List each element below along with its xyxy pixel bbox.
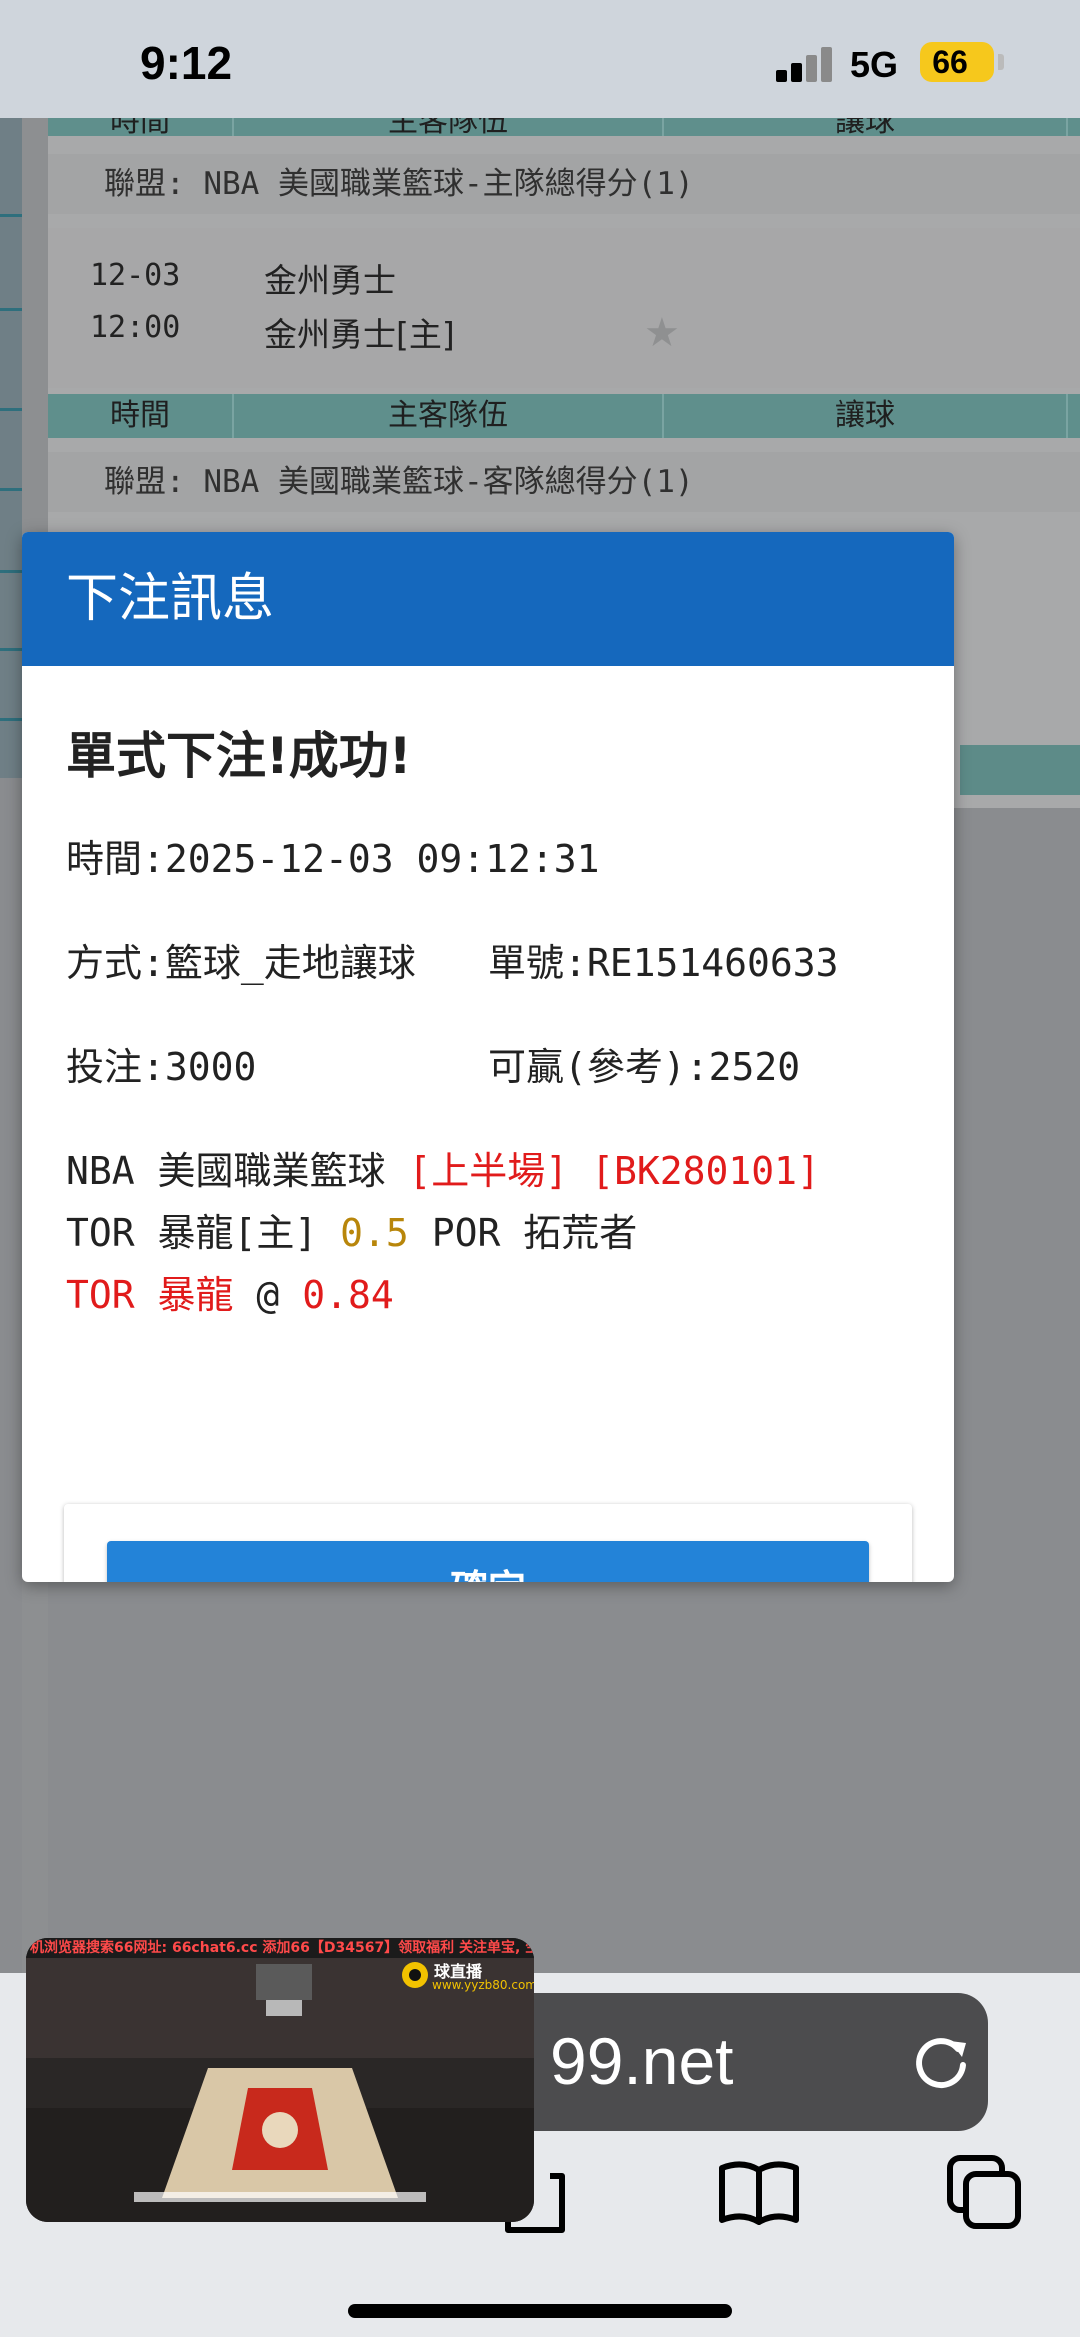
period-label: [上半場] [408, 1149, 569, 1193]
cellular-signal-icon [776, 46, 834, 82]
url-text: 99.net [550, 2024, 734, 2098]
bet-league-line: NBA 美國職業籃球 [上半場] [BK280101] [66, 1140, 820, 1195]
bet-time: 時間:2025-12-03 09:12:31 [66, 837, 600, 881]
bet-pick-line: TOR 暴龍 @ 0.84 [66, 1264, 394, 1319]
picture-in-picture-video[interactable]: 机浏览器搜索66网址: 66chat6.cc 添加66【D34567】领取福利 … [26, 1938, 534, 2222]
odds-value: 0.84 [302, 1273, 394, 1317]
handicap-value: 0.5 [340, 1211, 409, 1255]
left-sidebar-strip [0, 118, 22, 778]
stake-amount: 投注:3000 [66, 1045, 257, 1089]
at-symbol: @ [256, 1273, 280, 1317]
picked-team: TOR 暴龍 [66, 1273, 234, 1317]
match-team: 金州勇士 [264, 261, 396, 300]
league-name: NBA 美國職業籃球 [66, 1149, 386, 1193]
league-row: 聯盟: NBA 美國職業籃球-主隊總得分(1) [48, 154, 1080, 214]
home-indicator [348, 2304, 732, 2318]
header-teams: 主客隊伍 [234, 118, 664, 136]
table-header: 時間 主客隊伍 讓球 [48, 394, 1080, 438]
match-date: 12-03 [90, 258, 181, 293]
match-team-home: 金州勇士[主] [264, 315, 455, 354]
clock: 9:12 [140, 37, 233, 89]
bet-teams-line: TOR 暴龍[主] 0.5 POR 拓荒者 [66, 1202, 637, 1257]
confirm-button[interactable]: 確定 [107, 1541, 869, 1582]
battery-level: 66 [932, 44, 968, 80]
header-handicap: 讓球 [664, 394, 1068, 438]
table-header-top: 時間 主客隊伍 讓球 [48, 118, 1080, 136]
dialog-header: 下注訊息 [22, 532, 954, 666]
potential-win: 可贏(參考):2520 [488, 1045, 801, 1089]
bookmarks-icon[interactable] [714, 2150, 804, 2240]
star-icon[interactable]: ★ [644, 310, 680, 356]
bet-method: 方式:籃球_走地讓球 [66, 941, 416, 985]
stream-logo-icon [402, 1962, 428, 1988]
header-time: 時間 [48, 118, 234, 136]
header-time: 時間 [48, 394, 234, 438]
success-message: 單式下注!成功! [66, 727, 412, 785]
battery-icon: 66 [920, 42, 1004, 82]
home-team: TOR 暴龍[主] [66, 1211, 318, 1255]
table-header-fragment [960, 745, 1080, 795]
stream-logo-url: www.yyzb80.com [432, 1978, 534, 1992]
match-time: 12:00 [90, 310, 181, 345]
event-code: [BK280101] [591, 1149, 820, 1193]
tabs-icon[interactable] [940, 2150, 1030, 2240]
status-bar: 9:12 5G 66 [0, 0, 1080, 118]
stream-logo: 球直播 www.yyzb80.com [398, 1956, 534, 1996]
reload-icon[interactable] [906, 2027, 976, 2097]
header-teams: 主客隊伍 [234, 394, 664, 438]
header-handicap: 讓球 [664, 118, 1068, 136]
bet-info-dialog: 下注訊息 單式下注!成功! 時間:2025-12-03 09:12:31 方式:… [22, 532, 954, 1582]
network-type: 5G [850, 44, 899, 85]
league-row: 聯盟: NBA 美國職業籃球-客隊總得分(1) [48, 452, 1080, 512]
dialog-title: 下注訊息 [66, 569, 275, 629]
confirm-card: 確定 [64, 1504, 912, 1582]
ticket-number: 單號:RE151460633 [488, 941, 839, 985]
video-ticker: 机浏览器搜索66网址: 66chat6.cc 添加66【D34567】领取福利 … [26, 1938, 534, 1958]
away-team: POR 拓荒者 [431, 1211, 638, 1255]
match-row[interactable]: 12-03 12:00 金州勇士 金州勇士[主] ★ [48, 228, 1080, 388]
